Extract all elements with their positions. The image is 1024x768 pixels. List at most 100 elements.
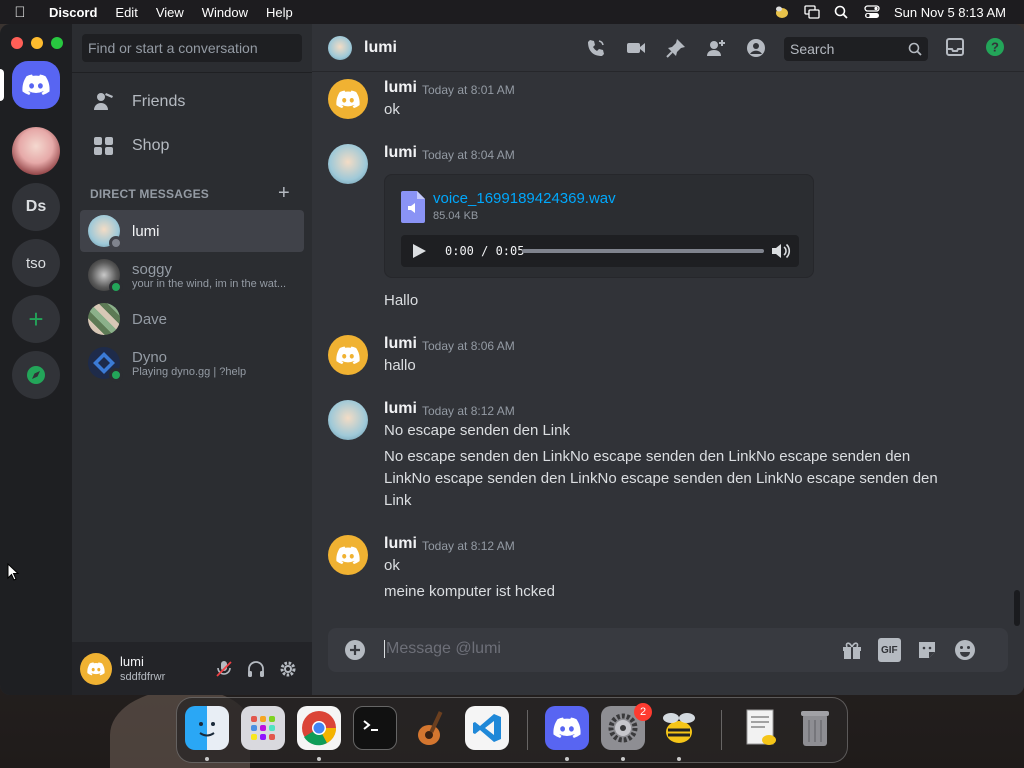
message-avatar[interactable] (328, 535, 368, 575)
chat-scrollbar[interactable] (1014, 590, 1020, 626)
minimize-window-button[interactable] (31, 37, 43, 49)
close-window-button[interactable] (11, 37, 23, 49)
message-avatar[interactable] (328, 144, 368, 184)
chat-area: lumi Search ? lumi Today at 8:01 AM ok l… (312, 24, 1024, 695)
menu-edit[interactable]: Edit (106, 5, 146, 20)
user-avatar[interactable] (80, 652, 112, 685)
gif-button[interactable]: GIF (878, 638, 901, 662)
volume-icon[interactable] (771, 242, 791, 260)
message-text: hallo (384, 357, 416, 374)
message-timestamp: Today at 8:12 AM (422, 539, 515, 553)
message-text: No escape senden den LinkNo escape sende… (384, 448, 938, 509)
notification-badge: 2 (634, 703, 652, 721)
dm-item-soggy[interactable]: soggy your in the wind, im in the wat... (80, 254, 304, 296)
trash-icon[interactable] (793, 706, 837, 750)
macos-menubar:  Discord Edit View Window Help Sun Nov … (0, 0, 1024, 24)
user-profile-icon[interactable] (744, 36, 768, 60)
garageband-icon[interactable] (409, 706, 453, 750)
control-center-icon[interactable] (864, 5, 880, 19)
running-indicator (205, 757, 209, 761)
inbox-icon[interactable] (944, 36, 966, 63)
menu-help[interactable]: Help (257, 5, 302, 20)
headphones-icon[interactable] (246, 659, 266, 679)
message-author[interactable]: lumi (384, 335, 417, 353)
message-avatar[interactable] (328, 79, 368, 119)
chrome-icon[interactable] (297, 706, 341, 750)
create-dm-button[interactable]: + (278, 182, 290, 205)
dm-item-dave[interactable]: Dave (80, 298, 304, 340)
apple-menu-icon[interactable]:  (0, 4, 40, 21)
menubar-clock[interactable]: Sun Nov 5 8:13 AM (894, 5, 1006, 20)
find-conversation-input[interactable]: Find or start a conversation (82, 34, 302, 62)
discord-icon[interactable] (545, 706, 589, 750)
upload-plus-icon[interactable] (344, 639, 366, 661)
server-tso[interactable]: tso (12, 239, 60, 287)
gift-icon[interactable] (840, 638, 864, 662)
add-server-button[interactable]: + (12, 295, 60, 343)
direct-messages-header: DIRECT MESSAGES (90, 187, 210, 201)
message-avatar[interactable] (328, 335, 368, 375)
cyberduck-icon[interactable] (657, 706, 701, 750)
emoji-icon[interactable] (953, 638, 977, 662)
message-timestamp: Today at 8:12 AM (422, 404, 515, 418)
chat-search-input[interactable]: Search (784, 37, 928, 61)
message-author[interactable]: lumi (384, 144, 417, 162)
server-rail: Ds tso + (0, 24, 72, 695)
nav-friends[interactable]: Friends (80, 81, 304, 123)
play-icon[interactable] (411, 243, 427, 259)
server-ds[interactable]: Ds (12, 183, 60, 231)
message-author[interactable]: lumi (384, 400, 417, 418)
running-indicator (565, 757, 569, 761)
avatar (88, 347, 123, 382)
discord-logo-icon (336, 346, 360, 364)
nav-shop[interactable]: Shop (80, 125, 304, 167)
message-timestamp: Today at 8:06 AM (422, 339, 515, 353)
message-avatar[interactable] (328, 400, 368, 440)
menu-view[interactable]: View (147, 5, 193, 20)
message-author[interactable]: lumi (384, 535, 417, 553)
explore-servers-button[interactable] (12, 351, 60, 399)
message-author[interactable]: lumi (384, 79, 417, 97)
message-text: No escape senden den Link (384, 422, 570, 439)
vscode-icon[interactable] (465, 706, 509, 750)
server-avatar[interactable] (12, 127, 60, 175)
terminal-icon[interactable] (353, 706, 397, 750)
discord-window: Ds tso + Find or start a conversation Fr… (0, 24, 1024, 695)
finder-icon[interactable] (185, 706, 229, 750)
spotlight-search-icon[interactable] (834, 5, 850, 19)
message-composer[interactable]: Message @lumi GIF (328, 628, 1008, 672)
audio-file-icon (401, 191, 425, 223)
sticker-icon[interactable] (915, 638, 939, 662)
attachment-file-size: 85.04 KB (433, 210, 479, 222)
voice-call-icon[interactable] (584, 36, 608, 60)
add-friend-to-dm-icon[interactable] (704, 36, 728, 60)
discord-logo-icon (336, 546, 360, 564)
dm-name: lumi (132, 222, 160, 240)
cyberduck-status-icon[interactable] (774, 5, 790, 19)
menu-window[interactable]: Window (193, 5, 257, 20)
running-indicator (621, 757, 625, 761)
launchpad-icon[interactable] (241, 706, 285, 750)
discord-logo-icon (87, 661, 105, 675)
dm-item-dyno[interactable]: Dyno Playing dyno.gg | ?help (80, 342, 304, 384)
settings-gear-icon[interactable] (278, 659, 298, 679)
zoom-window-button[interactable] (51, 37, 63, 49)
attachment-file-link[interactable]: voice_1699189424369.wav (433, 190, 616, 207)
direct-messages-home-button[interactable] (12, 61, 60, 109)
discord-logo-icon (336, 90, 360, 108)
dm-item-lumi[interactable]: lumi (80, 210, 304, 252)
mute-mic-icon[interactable] (214, 659, 234, 679)
preview-icon[interactable] (739, 706, 783, 750)
help-icon[interactable]: ? (984, 36, 1006, 63)
pinned-messages-icon[interactable] (664, 36, 688, 60)
audio-progress-bar[interactable] (522, 249, 764, 253)
recipient-name: lumi (364, 38, 397, 56)
video-call-icon[interactable] (624, 36, 648, 60)
discord-logo-icon (22, 74, 50, 95)
avatar (88, 215, 123, 250)
message-input[interactable]: Message @lumi (384, 640, 501, 658)
audio-attachment: voice_1699189424369.wav 85.04 KB 0:00 / … (384, 174, 814, 278)
screen-mirroring-icon[interactable] (804, 5, 820, 19)
running-indicator (677, 757, 681, 761)
menu-app-name[interactable]: Discord (40, 5, 106, 20)
